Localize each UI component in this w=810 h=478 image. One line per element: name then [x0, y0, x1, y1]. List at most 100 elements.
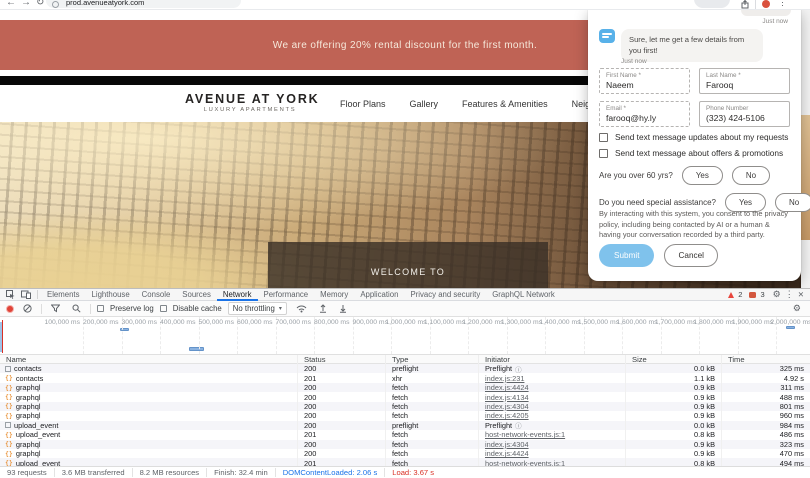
ruler-tick-label: 1,600,000 ms [616, 319, 657, 326]
tab-graphql-network[interactable]: GraphQL Network [486, 289, 561, 301]
tab-elements[interactable]: Elements [41, 289, 86, 301]
request-name-cell: {}graphql [0, 440, 297, 449]
preserve-log-checkbox[interactable] [97, 305, 104, 312]
page-scrollbar[interactable] [801, 10, 810, 288]
network-request-row[interactable]: {}graphql200fetchindex.js:44240.9 kB470 … [0, 449, 810, 458]
tab-console[interactable]: Console [136, 289, 177, 301]
issue-count[interactable]: 3 [760, 290, 764, 299]
ruler-tick-label: 300,000 ms [121, 319, 157, 326]
initiator-link[interactable]: index.js:4424 [485, 383, 529, 392]
ruler-tick-label: 1,400,000 ms [539, 319, 580, 326]
ruler-tick-label: 200,000 ms [83, 319, 119, 326]
initiator-link[interactable]: index.js:4205 [485, 411, 529, 420]
initiator-link[interactable]: host-network-events.js:1 [485, 430, 565, 439]
request-time: 486 ms [721, 430, 810, 439]
error-count[interactable]: 2 [738, 290, 742, 299]
tab-lighthouse[interactable]: Lighthouse [86, 289, 136, 301]
network-request-row[interactable]: contacts200preflightPreflightⓘ0.0 kB325 … [0, 364, 810, 373]
devtools-settings-gear-icon[interactable]: ⚙ [773, 290, 781, 299]
initiator-link[interactable]: index.js:4304 [485, 440, 529, 449]
issues-icon[interactable] [749, 292, 756, 298]
tab-sources[interactable]: Sources [176, 289, 217, 301]
forward-icon[interactable]: → [21, 0, 31, 8]
errors-warning-icon[interactable] [728, 292, 734, 298]
nav-item-gallery[interactable]: Gallery [410, 99, 439, 109]
tab-privacy-and-security[interactable]: Privacy and security [404, 289, 486, 301]
email-field[interactable]: Email *farooq@hy.ly [599, 101, 690, 127]
request-initiator: index.js:4134 [478, 392, 625, 401]
summary-domcontentloaded: DOMContentLoaded: 2.06 s [276, 468, 386, 477]
column-header-name[interactable]: Name [0, 355, 297, 364]
site-logo[interactable]: AVENUE AT YORK LUXURY APARTMENTS [185, 92, 315, 113]
filter-icon[interactable] [51, 304, 60, 313]
device-toolbar-icon[interactable] [21, 290, 31, 299]
initiator-link[interactable]: index.js:4304 [485, 402, 529, 411]
export-har-icon[interactable] [339, 304, 347, 313]
last-name-field[interactable]: Last Name *Farooq [699, 68, 790, 94]
browser-menu-icon[interactable]: ⋮ [778, 0, 787, 8]
browser-tab-remnant[interactable] [694, 0, 730, 8]
are-you-over-60-yrs-no-button[interactable]: No [732, 166, 770, 185]
request-name: graphql [16, 402, 41, 411]
ruler-tick-label: 1,900,000 ms [732, 319, 773, 326]
column-header-initiator[interactable]: Initiator [478, 355, 625, 364]
send-text-message-about-offers-promotions-checkbox[interactable] [599, 149, 608, 158]
network-request-row[interactable]: {}graphql200fetchindex.js:43040.9 kB801 … [0, 402, 810, 411]
search-icon[interactable] [72, 304, 81, 313]
ruler-tick-label: 400,000 ms [160, 319, 196, 326]
network-conditions-icon[interactable] [296, 304, 307, 313]
disable-cache-checkbox[interactable] [160, 305, 167, 312]
column-header-size[interactable]: Size [625, 355, 721, 364]
column-header-time[interactable]: Time [721, 355, 810, 364]
chat-widget: Just now Sure, let me get a few details … [588, 10, 801, 281]
submit-button[interactable]: Submit [599, 244, 654, 267]
import-har-icon[interactable] [319, 304, 327, 313]
phone-number-field[interactable]: Phone Number(323) 424-5106 [699, 101, 790, 127]
devtools-close-icon[interactable]: ✕ [798, 291, 804, 299]
message-timestamp: Just now [762, 18, 788, 25]
initiator-link[interactable]: index.js:4424 [485, 449, 529, 458]
question-label: Do you need special assistance? [599, 198, 716, 207]
nav-item-features-amenities[interactable]: Features & Amenities [462, 99, 548, 109]
request-size: 0.9 kB [625, 392, 721, 401]
reload-icon[interactable]: ↻ [36, 0, 44, 8]
send-text-message-updates-about-my-requests-checkbox[interactable] [599, 133, 608, 142]
address-bar[interactable]: prod.avenueatyork.com [46, 0, 241, 8]
network-overview: 100,000 ms200,000 ms300,000 ms400,000 ms… [0, 317, 810, 355]
page-scrollbar-hero-tint [801, 115, 810, 240]
back-icon[interactable]: ← [6, 0, 16, 8]
column-header-status[interactable]: Status [297, 355, 385, 364]
clear-network-log-icon[interactable] [23, 304, 32, 313]
request-name-cell: {}graphql [0, 392, 297, 401]
tab-application[interactable]: Application [354, 289, 404, 301]
column-header-type[interactable]: Type [385, 355, 478, 364]
network-request-row[interactable]: {}graphql200fetchindex.js:43040.9 kB323 … [0, 440, 810, 449]
are-you-over-60-yrs-yes-button[interactable]: Yes [682, 166, 723, 185]
devtools-more-options-icon[interactable]: ⋮ [785, 290, 794, 299]
site-info-icon[interactable] [52, 1, 59, 8]
preserve-log-label[interactable]: Preserve log [110, 304, 154, 313]
tab-memory[interactable]: Memory [314, 289, 354, 301]
initiator-link[interactable]: index.js:231 [485, 374, 524, 383]
inspect-element-icon[interactable] [6, 290, 15, 299]
network-request-row[interactable]: {}contacts201xhrindex.js:2311.1 kB4.92 s [0, 373, 810, 382]
throttling-select[interactable]: No throttling ▾ [228, 302, 287, 315]
tab-performance[interactable]: Performance [258, 289, 315, 301]
network-request-row[interactable]: {}graphql200fetchindex.js:41340.9 kB488 … [0, 392, 810, 401]
initiator-link[interactable]: index.js:4134 [485, 393, 529, 402]
network-request-row[interactable]: {}graphql200fetchindex.js:44240.9 kB311 … [0, 383, 810, 392]
network-request-row[interactable]: {}upload_event201fetchhost-network-event… [0, 430, 810, 439]
disable-cache-label[interactable]: Disable cache [173, 304, 222, 313]
network-settings-gear-icon[interactable]: ⚙ [793, 304, 801, 313]
profile-avatar[interactable] [762, 0, 770, 8]
record-network-log-button[interactable] [6, 305, 14, 313]
network-request-row[interactable]: {}graphql200fetchindex.js:42050.9 kB960 … [0, 411, 810, 420]
cancel-button[interactable]: Cancel [664, 244, 718, 267]
request-time: 984 ms [721, 421, 810, 430]
network-request-row[interactable]: upload_event200preflightPreflightⓘ0.0 kB… [0, 421, 810, 430]
first-name-field[interactable]: First Name *Naeem [599, 68, 690, 94]
request-initiator: index.js:4205 [478, 411, 625, 420]
share-icon[interactable] [741, 0, 749, 9]
nav-item-floor-plans[interactable]: Floor Plans [340, 99, 386, 109]
tab-network[interactable]: Network [217, 289, 258, 301]
